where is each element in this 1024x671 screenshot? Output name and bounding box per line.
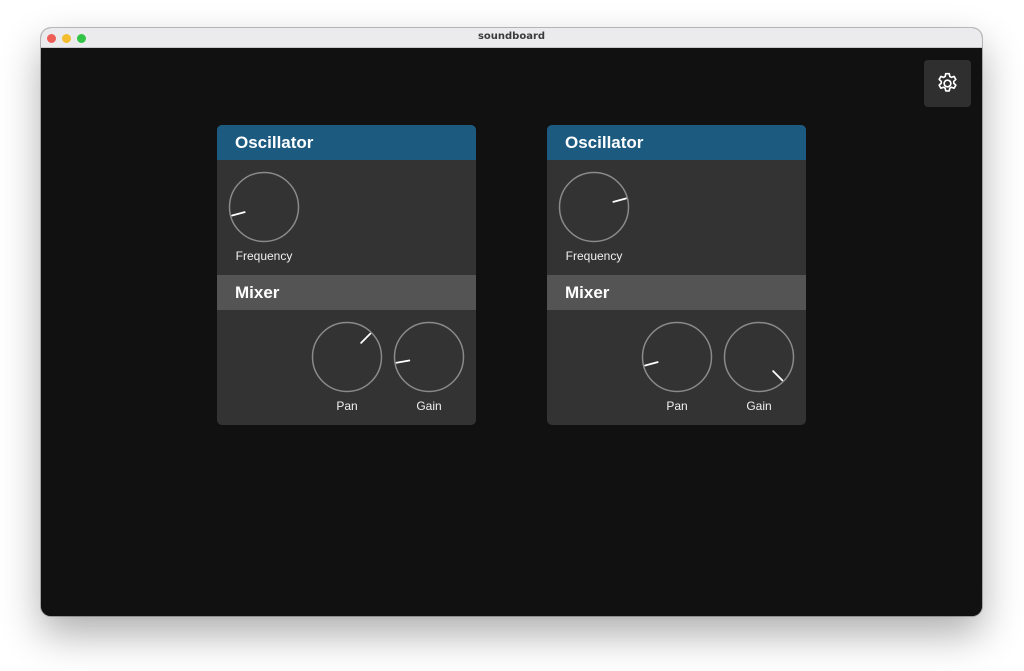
pan-knob[interactable]: Pan: [641, 321, 713, 413]
knob-dial: [723, 321, 795, 393]
mixer-header: Mixer: [217, 275, 476, 310]
oscillator-header: Oscillator: [217, 125, 476, 160]
frequency-label: Frequency: [565, 249, 623, 263]
frequency-knob[interactable]: Frequency: [558, 171, 630, 263]
oscillator-header: Oscillator: [547, 125, 806, 160]
mixer-header: Mixer: [547, 275, 806, 310]
knob-dial: [393, 321, 465, 393]
gain-knob[interactable]: Gain: [393, 321, 465, 413]
gear-icon: [938, 72, 957, 92]
gain-label: Gain: [746, 399, 772, 413]
frequency-label: Frequency: [235, 249, 293, 263]
title-bar: soundboard: [41, 28, 982, 48]
module-1: Oscillator Frequency Mixer Pan Gain: [217, 125, 476, 425]
main-content: Oscillator Frequency Mixer Pan Gain Osci…: [41, 48, 982, 616]
pan-knob[interactable]: Pan: [311, 321, 383, 413]
window-title: soundboard: [477, 31, 546, 42]
frequency-knob[interactable]: Frequency: [228, 171, 300, 263]
knob-dial: [558, 171, 630, 243]
gain-label: Gain: [416, 399, 442, 413]
module-2: Oscillator Frequency Mixer Pan Gain: [547, 125, 806, 425]
knob-dial: [311, 321, 383, 393]
settings-button[interactable]: [924, 60, 971, 107]
knob-dial: [228, 171, 300, 243]
knob-dial: [641, 321, 713, 393]
gain-knob[interactable]: Gain: [723, 321, 795, 413]
app-window: soundboard Oscillator Frequency Mixer Pa…: [41, 28, 982, 616]
